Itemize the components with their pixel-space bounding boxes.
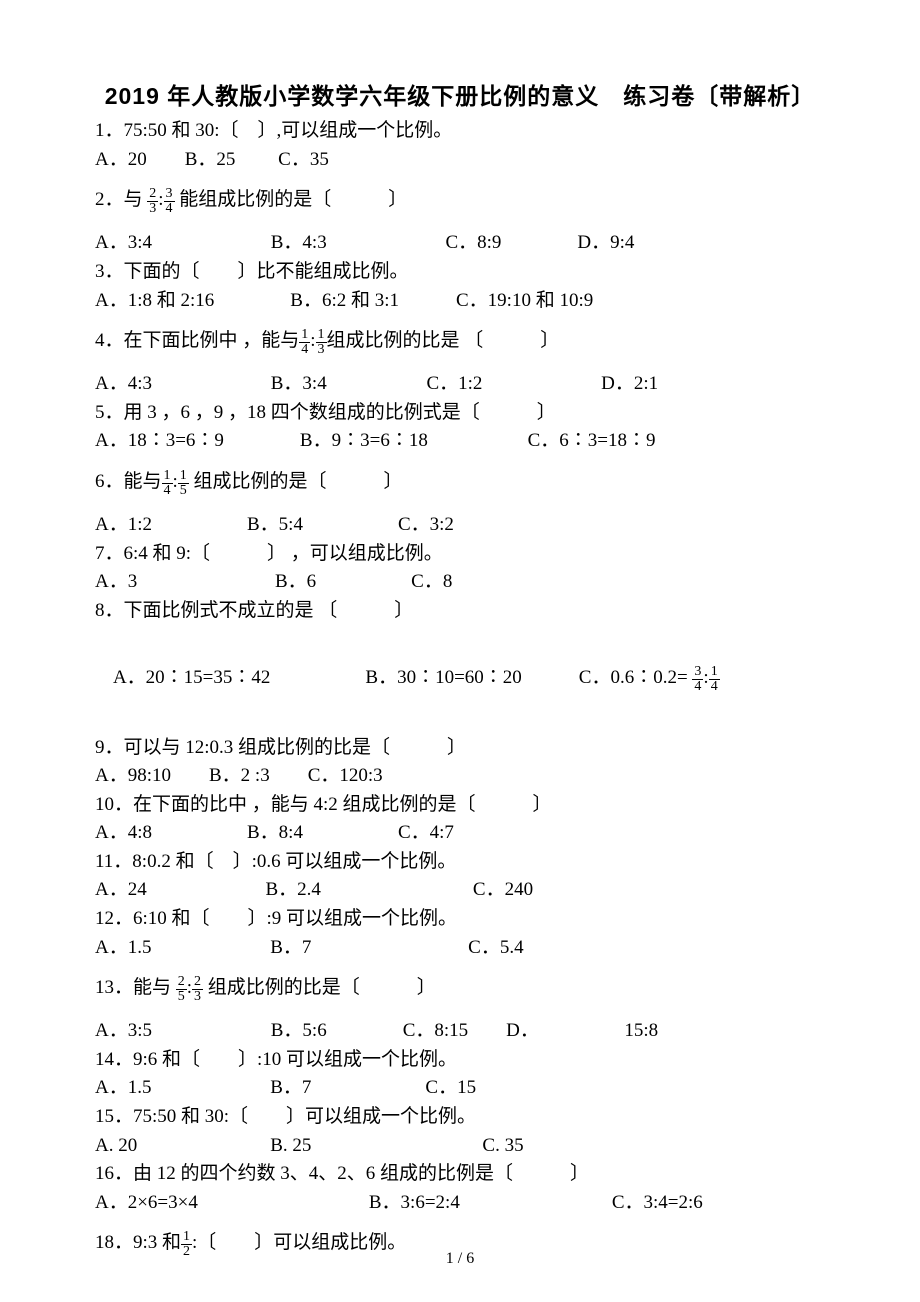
q7-options: A．3 B．6 C．8: [95, 569, 825, 596]
q2-text: 2．与 23:34 能组成比例的是〔 〕: [95, 187, 825, 216]
q5-text: 5．用 3 ，6 ，9 ，18 四个数组成的比例式是〔 〕: [95, 400, 825, 427]
q3-options: A．1:8 和 2:16 B．6:2 和 3:1 C．19:10 和 10:9: [95, 288, 825, 315]
q16-options: A．2×6=3×4 B．3:6=2:4 C．3:4=2:6: [95, 1190, 825, 1217]
q15-options: A. 20 B. 25 C. 35: [95, 1133, 825, 1160]
fraction-2-3b: 23: [192, 975, 203, 1004]
q11-text: 11．8:0.2 和〔 〕:0.6 可以组成一个比例。: [95, 849, 825, 876]
q16-text: 16．由 12 的四个约数 3、4、2、6 组成的比例是〔 〕: [95, 1161, 825, 1188]
q1-text: 1．75:50 和 30:〔 〕,可以组成一个比例。: [95, 118, 825, 145]
fraction-2-3: 23: [147, 187, 158, 216]
fraction-2-5: 25: [176, 975, 187, 1004]
q14-options: A．1.5 B．7 C．15: [95, 1075, 825, 1102]
q12-text: 12．6:10 和〔 〕:9 可以组成一个比例。: [95, 906, 825, 933]
q13-options: A．3:5 B．5:6 C．8:15 D． 15:8: [95, 1018, 825, 1045]
q8-text: 8．下面比例式不成立的是 〔 〕: [95, 598, 825, 625]
q10-text: 10．在下面的比中 ，能与 4:2 组成比例的是〔 〕: [95, 792, 825, 819]
q1-options: A．20 B．25 C．35: [95, 147, 825, 174]
q13-post: 组成比例的比是〔 〕: [208, 977, 436, 998]
q2-options: A．3:4 B．4:3 C．8:9 D．9:4: [95, 230, 825, 257]
q7-text: 7．6:4 和 9:〔 〕 ，可以组成比例。: [95, 541, 825, 568]
q2-post: 能组成比例的是〔 〕: [179, 189, 407, 210]
q10-options: A．4:8 B．8:4 C．4:7: [95, 820, 825, 847]
fraction-1-3: 13: [316, 328, 327, 357]
page-number: 1 / 6: [0, 1248, 920, 1270]
fraction-1-5: 15: [178, 469, 189, 498]
q8-options: A．20∶15=35∶42 B．30∶10=60∶20 C．0.6∶0.2= 3…: [95, 638, 825, 720]
q9-text: 9．可以与 12:0.3 组成比例的比是〔 〕: [95, 735, 825, 762]
fraction-1-4c: 14: [709, 665, 720, 694]
page-container: 2019 年人教版小学数学六年级下册比例的意义 练习卷〔带解析〕 1．75:50…: [0, 0, 920, 1281]
q12-options: A．1.5 B．7 C．5.4: [95, 935, 825, 962]
q8-opts-pre: A．20∶15=35∶42 B．30∶10=60∶20 C．0.6∶0.2=: [113, 667, 692, 688]
q13-text: 13．能与 25:23 组成比例的比是〔 〕: [95, 975, 825, 1004]
q4-options: A．4:3 B．3:4 C．1:2 D．2:1: [95, 371, 825, 398]
q6-text: 6．能与14:15 组成比例的是〔 〕: [95, 469, 825, 498]
fraction-1-4b: 14: [162, 469, 173, 498]
q13-pre: 13．能与: [95, 977, 176, 998]
q15-text: 15．75:50 和 30:〔 〕可以组成一个比例。: [95, 1104, 825, 1131]
q14-text: 14．9:6 和〔 〕:10 可以组成一个比例。: [95, 1047, 825, 1074]
q11-options: A．24 B．2.4 C．240: [95, 877, 825, 904]
q6-pre: 6．能与: [95, 471, 162, 492]
q3-text: 3．下面的〔 〕比不能组成比例。: [95, 259, 825, 286]
q9-options: A．98:10 B．2 :3 C．120:3: [95, 763, 825, 790]
q6-options: A．1:2 B．5:4 C．3:2: [95, 512, 825, 539]
fraction-1-4: 14: [299, 328, 310, 357]
q4-post: 组成比例的比是 〔 〕: [327, 330, 560, 351]
fraction-3-4b: 34: [692, 665, 703, 694]
q5-options: A．18∶3=6∶9 B．9∶3=6∶18 C．6∶3=18∶9: [95, 428, 825, 455]
q2-pre: 2．与: [95, 189, 147, 210]
fraction-3-4: 34: [164, 187, 175, 216]
q4-pre: 4．在下面比例中 ，能与: [95, 330, 299, 351]
document-title: 2019 年人教版小学数学六年级下册比例的意义 练习卷〔带解析〕: [95, 80, 825, 112]
q6-post: 组成比例的是〔 〕: [194, 471, 403, 492]
q4-text: 4．在下面比例中 ，能与14:13组成比例的比是 〔 〕: [95, 328, 825, 357]
